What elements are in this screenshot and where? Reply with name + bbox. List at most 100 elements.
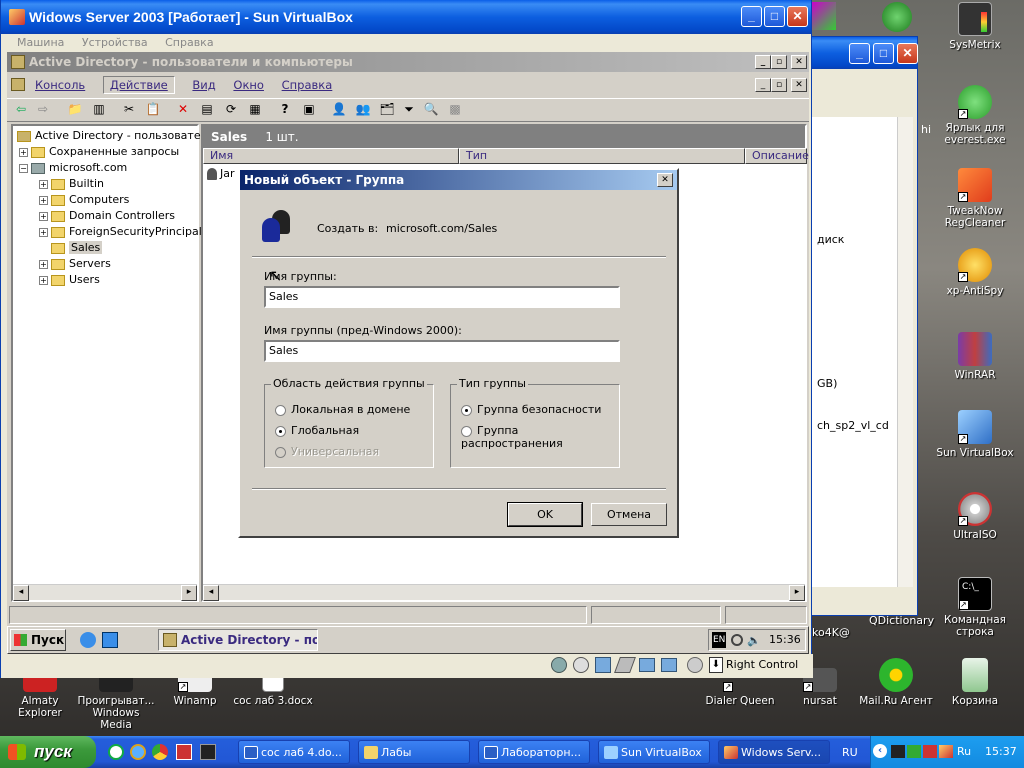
- taskbar-button-virtualbox[interactable]: Sun VirtualBox: [598, 740, 710, 764]
- tree-item-root[interactable]: Active Directory - пользователи и: [17, 128, 225, 144]
- find-icon[interactable]: 🔍: [421, 99, 441, 119]
- type-distribution-radio[interactable]: Группа распространения: [461, 424, 619, 450]
- expand-icon[interactable]: +: [39, 211, 48, 221]
- type-security-radio[interactable]: Группа безопасности: [461, 403, 601, 416]
- expand-icon[interactable]: +: [39, 195, 48, 205]
- desktop-icon-ultraiso[interactable]: ↗ UltraISO: [935, 492, 1015, 541]
- scope-global-radio[interactable]: Глобальная: [275, 424, 359, 437]
- expand-icon[interactable]: +: [39, 259, 48, 269]
- background-window-titlebar[interactable]: _ □ ✕: [809, 37, 918, 69]
- minimize-button[interactable]: _: [755, 55, 771, 69]
- tree-item-computers[interactable]: + Computers: [39, 192, 129, 208]
- desktop-icon-tweaknow[interactable]: ↗ TweakNow RegCleaner: [935, 168, 1015, 229]
- scope-domain-local-radio[interactable]: Локальная в домене: [275, 403, 410, 416]
- taskbar-button-lab[interactable]: Лабораторн...: [478, 740, 590, 764]
- cancel-button[interactable]: Отмена: [591, 503, 667, 526]
- menu-action[interactable]: Действие: [102, 76, 175, 94]
- vm-titlebar[interactable]: Widows Server 2003 [Работает] - Sun Virt…: [1, 0, 811, 34]
- tray-language-indicator[interactable]: Ru: [957, 745, 971, 758]
- dialog-close-button[interactable]: ✕: [657, 173, 673, 187]
- add-to-group-icon[interactable]: ▩: [445, 99, 465, 119]
- menu-help[interactable]: Справка: [165, 36, 213, 49]
- cut-icon[interactable]: ✂: [119, 99, 139, 119]
- refresh-icon[interactable]: ⟳: [221, 99, 241, 119]
- taskbar-button-labs[interactable]: Лабы: [358, 740, 470, 764]
- desktop-icon-winrar[interactable]: WinRAR: [935, 332, 1015, 381]
- cdrom-icon[interactable]: [573, 657, 589, 673]
- desktop-icon-xpantispy[interactable]: ↗ xp-AntiSpy: [935, 248, 1015, 297]
- tree-item-servers[interactable]: + Servers: [39, 256, 111, 272]
- menu-window[interactable]: Окно: [233, 78, 264, 92]
- ie-icon[interactable]: [130, 744, 146, 760]
- minimize-button[interactable]: _: [849, 43, 870, 64]
- maximize-button[interactable]: □: [873, 43, 894, 64]
- tree-item-domain[interactable]: − microsoft.com: [19, 160, 127, 176]
- desktop-icon-mailru[interactable]: Mail.Ru Агент: [856, 658, 936, 707]
- show-tree-icon[interactable]: ▥: [89, 99, 109, 119]
- new-group-dialog[interactable]: Новый объект - Группа ✕ Создать в: micro…: [238, 168, 679, 538]
- quicklaunch-desktop-icon[interactable]: [102, 632, 118, 648]
- close-button[interactable]: ✕: [791, 55, 807, 69]
- new-group-icon[interactable]: 👥: [353, 99, 373, 119]
- host-language[interactable]: RU: [842, 746, 858, 759]
- menu-machine[interactable]: Машина: [17, 36, 64, 49]
- ad-titlebar[interactable]: Active Directory - пользователи и компью…: [7, 52, 809, 72]
- paste-icon[interactable]: 📋: [143, 99, 163, 119]
- group-name-pre2000-input[interactable]: Sales: [264, 340, 620, 362]
- quicklaunch-ie-icon[interactable]: [80, 632, 96, 648]
- tree-item-builtin[interactable]: + Builtin: [39, 176, 104, 192]
- mouse-integration-icon[interactable]: [687, 657, 703, 673]
- close-button[interactable]: ✕: [897, 43, 918, 64]
- scroll-right-button[interactable]: ▸: [789, 585, 805, 601]
- network-icon[interactable]: [731, 634, 743, 646]
- guest-start-button[interactable]: Пуск: [10, 629, 66, 651]
- forward-arrow-icon[interactable]: ⇨: [33, 99, 53, 119]
- back-arrow-icon[interactable]: ⇦: [11, 99, 31, 119]
- hdd-icon[interactable]: [551, 657, 567, 673]
- tree-item-saved-queries[interactable]: + Сохраненные запросы: [19, 144, 179, 160]
- display-icon[interactable]: [661, 658, 677, 672]
- tray-expand-icon[interactable]: ‹: [873, 744, 887, 758]
- quicklaunch-icon[interactable]: [108, 744, 124, 760]
- delete-icon[interactable]: ✕: [173, 99, 193, 119]
- minimize-button[interactable]: _: [741, 6, 762, 27]
- column-name[interactable]: Имя: [203, 148, 459, 164]
- tray-app-icon[interactable]: [907, 745, 921, 758]
- maximize-button[interactable]: □: [764, 6, 785, 27]
- results-hscrollbar[interactable]: ◂ ▸: [203, 584, 805, 601]
- tree-hscrollbar[interactable]: ◂ ▸: [13, 584, 197, 601]
- close-button[interactable]: ✕: [787, 6, 808, 27]
- dialog-titlebar[interactable]: Новый объект - Группа ✕: [240, 170, 677, 190]
- filter-icon[interactable]: ⏷: [399, 99, 419, 119]
- host-start-button[interactable]: пуск: [0, 736, 96, 768]
- scroll-right-button[interactable]: ▸: [181, 585, 197, 601]
- export-icon[interactable]: ▦: [245, 99, 265, 119]
- tree-pane[interactable]: Active Directory - пользователи и + Сохра…: [11, 124, 225, 602]
- expand-icon[interactable]: +: [19, 147, 28, 157]
- desktop-icon-everest[interactable]: ↗ Ярлык для everest.exe: [935, 85, 1015, 146]
- list-item[interactable]: Jar: [207, 166, 235, 182]
- tray-app-icon[interactable]: [939, 745, 953, 758]
- collapse-icon[interactable]: −: [19, 163, 28, 173]
- expand-icon[interactable]: +: [39, 227, 48, 237]
- help-icon[interactable]: ?: [275, 99, 295, 119]
- partial-desktop-icon[interactable]: [812, 2, 836, 30]
- background-window[interactable]: _ □ ✕ диск GB) ch_sp2_vl_cd hi QDictiona…: [808, 36, 934, 627]
- winamp-quick-icon[interactable]: [200, 744, 216, 760]
- tree-item-domain-controllers[interactable]: + Domain Controllers: [39, 208, 175, 224]
- taskbar-button-vm[interactable]: Widows Serv...: [718, 740, 830, 764]
- column-description[interactable]: Описание: [745, 148, 809, 164]
- new-user-icon[interactable]: 👤: [329, 99, 349, 119]
- menu-view[interactable]: Вид: [192, 78, 215, 92]
- tree-item-foreign[interactable]: + ForeignSecurityPrincipals: [39, 224, 208, 240]
- tree-item-sales[interactable]: Sales: [39, 240, 103, 256]
- desktop-icon-recycle[interactable]: Корзина: [935, 658, 1015, 707]
- expand-icon[interactable]: +: [39, 275, 48, 285]
- scroll-left-button[interactable]: ◂: [13, 585, 29, 601]
- up-folder-icon[interactable]: 📁: [65, 99, 85, 119]
- media-icon[interactable]: [176, 744, 192, 760]
- expand-icon[interactable]: +: [39, 179, 48, 189]
- taskbar-button-doc4[interactable]: сос лаб 4.do...: [238, 740, 350, 764]
- menu-devices[interactable]: Устройства: [82, 36, 148, 49]
- vertical-scrollbar[interactable]: [897, 117, 913, 587]
